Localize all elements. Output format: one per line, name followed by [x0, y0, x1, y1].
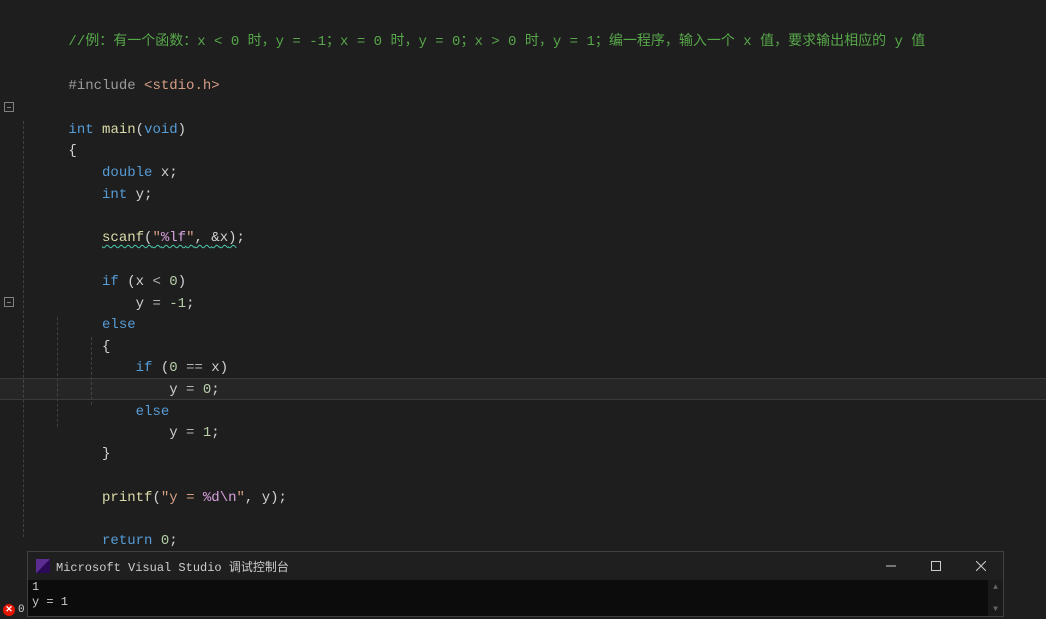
code-line: double x; — [18, 140, 1046, 162]
fold-icon[interactable] — [4, 102, 14, 112]
error-icon[interactable]: ✕ — [3, 604, 15, 616]
console-line: 1 — [32, 580, 999, 595]
code-line-current: else — [0, 378, 1046, 400]
code-line: if (0 == x) — [18, 335, 1046, 357]
error-count: 0 — [18, 604, 25, 616]
code-line: y = 0; — [18, 357, 1046, 379]
code-line: printf("y = %d\n", y); — [18, 465, 1046, 487]
console-app-icon — [36, 559, 50, 573]
code-line: else — [18, 292, 1046, 314]
code-line: if (x < 0) — [18, 249, 1046, 271]
close-icon — [976, 561, 986, 571]
code-line: scanf("%lf", &x); — [18, 205, 1046, 227]
code-line: return 0; — [18, 508, 1046, 530]
code-line: y = 1; — [18, 400, 1046, 422]
console-titlebar[interactable]: Microsoft Visual Studio 调试控制台 — [28, 552, 1003, 580]
close-button[interactable] — [958, 552, 1003, 580]
code-line: y = -1; — [18, 271, 1046, 293]
maximize-button[interactable] — [913, 552, 958, 580]
code-line: int main(void) — [18, 97, 1046, 119]
minimize-icon — [886, 561, 896, 571]
fold-icon[interactable] — [4, 297, 14, 307]
console-title: Microsoft Visual Studio 调试控制台 — [56, 558, 289, 575]
scroll-up-icon[interactable]: ▲ — [988, 580, 1003, 594]
maximize-icon — [931, 561, 941, 571]
console-output[interactable]: 1 y = 1 ▲ ▼ — [28, 580, 1003, 616]
code-area[interactable]: //例：有一个函数：x < 0 时，y = -1；x = 0 时，y = 0；x… — [18, 0, 1046, 555]
code-line: //例：有一个函数：x < 0 时，y = -1；x = 0 时，y = 0；x… — [18, 9, 1046, 31]
code-line: { — [18, 118, 1046, 140]
code-line: } — [18, 421, 1046, 443]
comment-text: //例：有一个函数：x < 0 时，y = -1；x = 0 时，y = 0；x… — [68, 34, 925, 50]
code-line: { — [18, 314, 1046, 336]
console-line: y = 1 — [32, 595, 999, 610]
debug-console-window[interactable]: Microsoft Visual Studio 调试控制台 1 y = 1 ▲ … — [27, 551, 1004, 617]
code-line: int y; — [18, 162, 1046, 184]
code-editor[interactable]: //例：有一个函数：x < 0 时，y = -1；x = 0 时，y = 0；x… — [0, 0, 1046, 555]
status-bar: ✕ 0 — [0, 600, 25, 619]
scroll-down-icon[interactable]: ▼ — [988, 602, 1003, 616]
window-buttons — [868, 552, 1003, 580]
code-line: #include <stdio.h> — [18, 53, 1046, 75]
minimize-button[interactable] — [868, 552, 913, 580]
console-scrollbar[interactable]: ▲ ▼ — [988, 580, 1003, 616]
gutter — [0, 0, 18, 555]
code-line: } — [18, 529, 1046, 551]
